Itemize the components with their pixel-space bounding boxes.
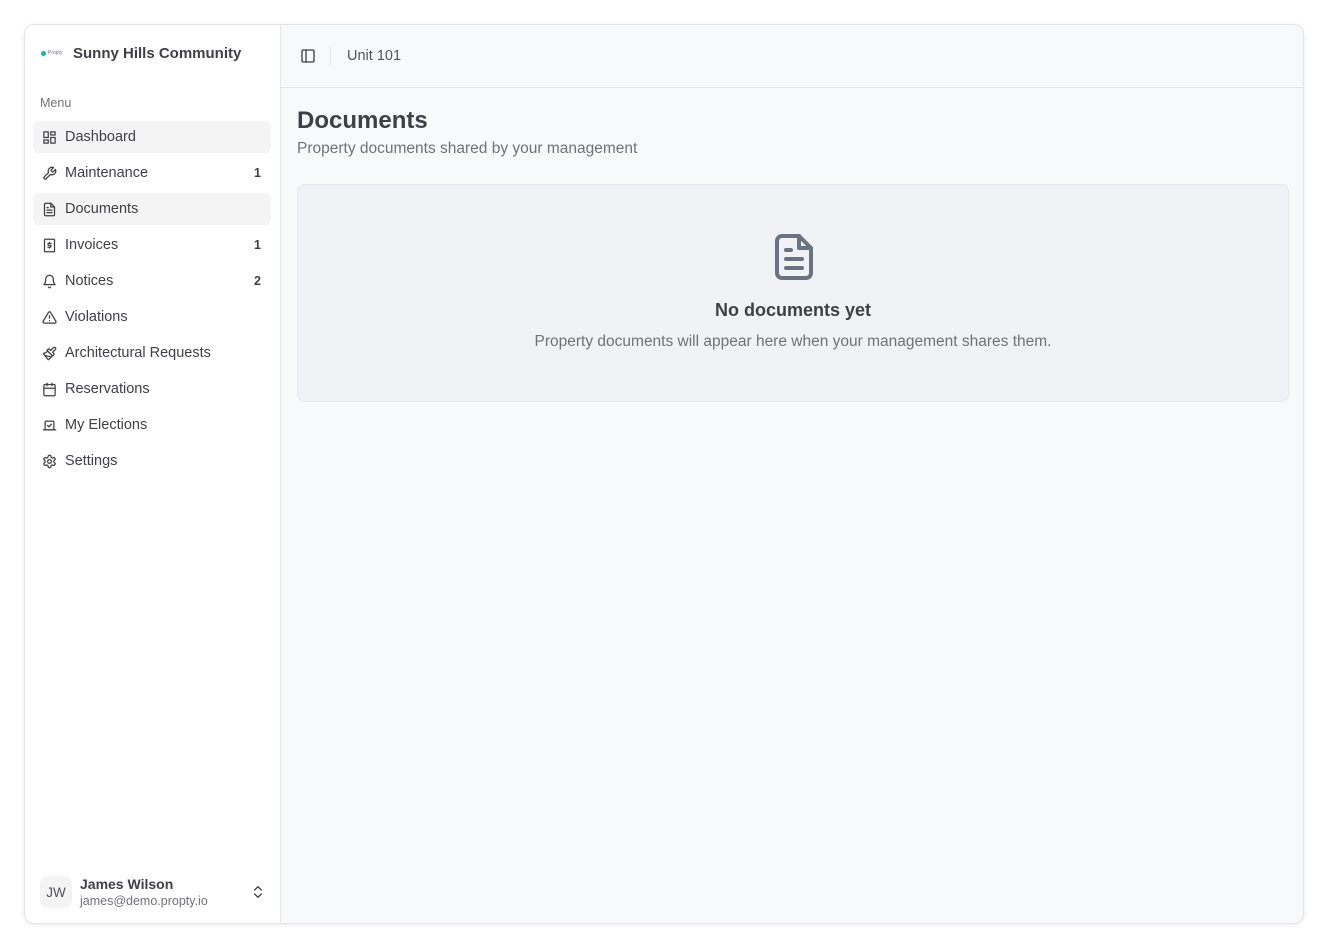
invoice-icon [41, 237, 57, 253]
count-badge: 1 [254, 166, 261, 180]
bell-icon [41, 273, 57, 289]
sidebar-item-label: Maintenance [65, 165, 149, 181]
warning-icon [41, 309, 57, 325]
panel-left-icon [301, 49, 315, 63]
menu-label: Menu [40, 96, 72, 110]
page-subtitle: Property documents shared by your manage… [297, 140, 638, 157]
sidebar-item-notices[interactable]: Notices 2 [33, 265, 271, 297]
top-bar: Unit 101 [281, 25, 1303, 88]
sidebar-item-label: Architectural Requests [65, 345, 211, 361]
wrench-icon [41, 165, 57, 181]
sidebar: Propty Sunny Hills Community Menu Dashbo… [25, 25, 281, 923]
sidebar-item-violations[interactable]: Violations [33, 301, 271, 333]
sidebar-toggle-button[interactable] [298, 46, 318, 66]
user-email: james@demo.propty.io [80, 893, 208, 908]
sidebar-item-invoices[interactable]: Invoices 1 [33, 229, 271, 261]
page-title: Documents [297, 107, 428, 134]
sidebar-item-label: Documents [65, 201, 139, 217]
brand-logo: Propty [41, 48, 65, 58]
document-icon [41, 201, 57, 217]
breadcrumb[interactable]: Unit 101 [347, 48, 401, 64]
chevrons-up-down-icon [254, 886, 262, 898]
sidebar-item-label: My Elections [65, 417, 148, 433]
count-badge: 1 [254, 238, 261, 252]
calendar-icon [41, 381, 57, 397]
sidebar-item-label: Settings [65, 453, 118, 469]
dashboard-icon [41, 129, 57, 145]
sidebar-item-label: Notices [65, 273, 114, 289]
brand-name: Sunny Hills Community [73, 44, 242, 62]
avatar: JW [40, 876, 72, 908]
sidebar-item-architectural-requests[interactable]: Architectural Requests [33, 337, 271, 369]
file-text-icon [775, 234, 813, 280]
sidebar-item-reservations[interactable]: Reservations [33, 373, 271, 405]
brand[interactable]: Propty Sunny Hills Community [41, 43, 241, 63]
divider [330, 47, 331, 65]
sidebar-item-my-elections[interactable]: My Elections [33, 409, 271, 441]
paintbrush-icon [41, 345, 57, 361]
app-window: Propty Sunny Hills Community Menu Dashbo… [24, 24, 1304, 924]
sidebar-item-label: Reservations [65, 381, 150, 397]
sidebar-item-dashboard[interactable]: Dashboard [33, 121, 271, 153]
empty-state: No documents yet Property documents will… [297, 184, 1289, 402]
ballot-icon [41, 417, 57, 433]
count-badge: 2 [254, 274, 261, 288]
empty-state-title: No documents yet [714, 300, 872, 320]
sidebar-item-documents[interactable]: Documents [33, 193, 271, 225]
empty-state-description: Property documents will appear here when… [534, 333, 1052, 350]
sidebar-item-maintenance[interactable]: Maintenance 1 [33, 157, 271, 189]
gear-icon [41, 453, 57, 469]
sidebar-item-settings[interactable]: Settings [33, 445, 271, 477]
user-name: James Wilson [80, 875, 174, 892]
sidebar-item-label: Dashboard [65, 129, 136, 145]
sidebar-nav: Dashboard Maintenance 1 Documents Invoic… [33, 121, 271, 481]
user-menu[interactable]: JW James Wilson james@demo.propty.io [40, 875, 266, 909]
main-content: Unit 101 Documents Property documents sh… [281, 25, 1303, 923]
sidebar-item-label: Invoices [65, 237, 119, 253]
sidebar-item-label: Violations [65, 309, 128, 325]
